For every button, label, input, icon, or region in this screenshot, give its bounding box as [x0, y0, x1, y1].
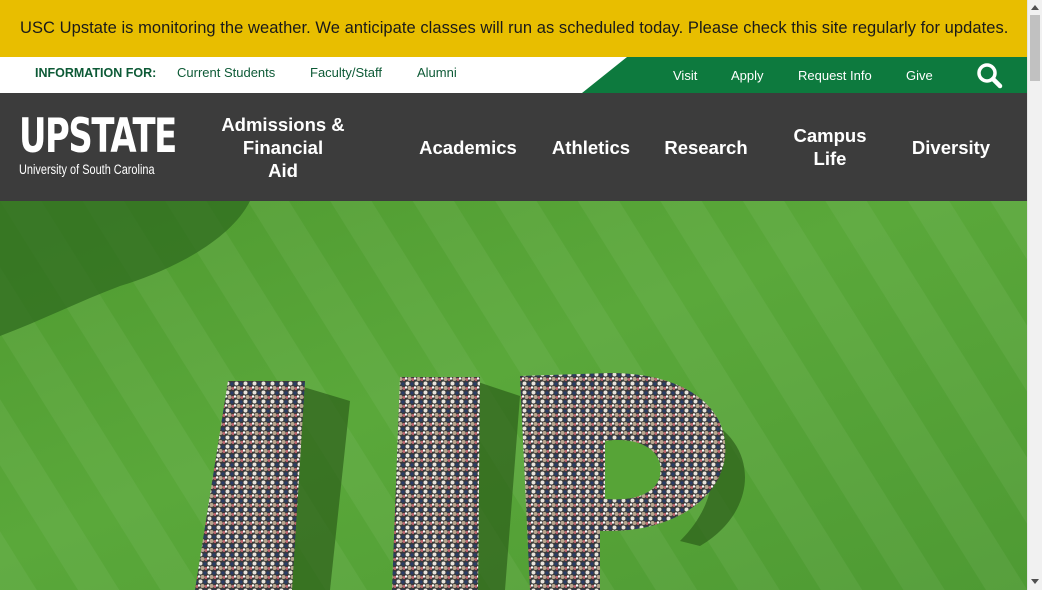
current-students-link[interactable]: Current Students — [177, 65, 275, 80]
nav-label-line1: Campus — [793, 125, 867, 146]
faculty-staff-link[interactable]: Faculty/Staff — [310, 65, 382, 80]
nav-label-line2: Aid — [268, 159, 298, 181]
information-for-label: INFORMATION FOR: — [35, 66, 157, 80]
apply-link[interactable]: Apply — [731, 68, 764, 83]
nav-label: Research — [664, 136, 748, 158]
hero-image — [0, 201, 1027, 590]
nav-athletics[interactable]: Athletics — [545, 93, 637, 201]
scrollbar[interactable] — [1027, 0, 1042, 590]
nav-academics[interactable]: Academics — [410, 93, 526, 201]
scroll-down-arrow-icon[interactable] — [1031, 579, 1039, 584]
scrollbar-thumb[interactable] — [1030, 15, 1040, 81]
search-icon — [977, 63, 1003, 89]
page: USC Upstate is monitoring the weather. W… — [0, 0, 1027, 590]
nav-label: Academics — [419, 136, 517, 158]
visit-link[interactable]: Visit — [673, 68, 697, 83]
nav-research[interactable]: Research — [656, 93, 756, 201]
main-navigation: UPSTATE University of South Carolina Adm… — [0, 93, 1027, 201]
alert-text: USC Upstate is monitoring the weather. W… — [20, 19, 1009, 37]
nav-admissions-financial-aid[interactable]: Admissions & Financial Aid — [183, 93, 383, 201]
nav-label: Athletics — [551, 136, 631, 158]
logo-wordmark: UPSTATE — [19, 109, 177, 164]
search-button[interactable] — [974, 61, 1004, 89]
logo-subtitle: University of South Carolina — [19, 162, 155, 177]
nav-label-line1: Admissions & Financial — [221, 113, 345, 158]
upstate-logo[interactable]: UPSTATE University of South Carolina — [19, 109, 177, 181]
nav-label: Diversity — [911, 136, 991, 158]
alert-banner: USC Upstate is monitoring the weather. W… — [0, 0, 1027, 57]
give-link[interactable]: Give — [906, 68, 933, 83]
nav-diversity[interactable]: Diversity — [901, 93, 1001, 201]
nav-campus-life[interactable]: Campus Life — [780, 93, 880, 201]
hero-photo — [0, 201, 1027, 590]
utility-bar: INFORMATION FOR: Current Students Facult… — [0, 57, 1027, 93]
request-info-link[interactable]: Request Info — [798, 68, 872, 83]
nav-label-line2: Life — [813, 148, 847, 169]
alumni-link[interactable]: Alumni — [417, 65, 457, 80]
scroll-up-arrow-icon[interactable] — [1031, 5, 1039, 10]
